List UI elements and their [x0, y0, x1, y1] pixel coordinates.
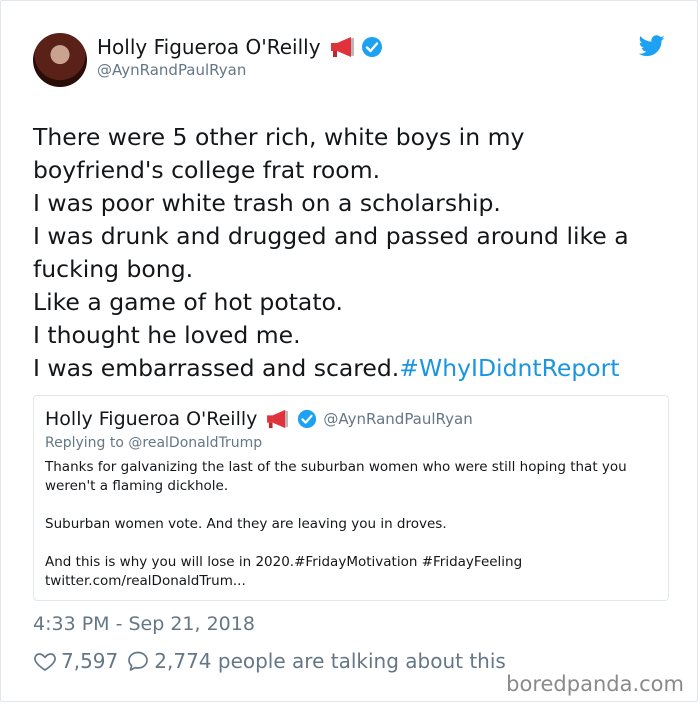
quoted-tweet[interactable]: Holly Figueroa O'Reilly @AynRandPaulRyan… — [33, 395, 669, 601]
watermark: boredpanda.com — [506, 672, 684, 696]
quoted-text-line: weren't a flaming dickhole. — [45, 478, 229, 494]
heart-icon[interactable] — [33, 649, 57, 673]
quoted-text-line: And this is why you will lose in 2020.#F… — [45, 554, 523, 570]
quoted-text-line: Suburban women vote. And they are leavin… — [45, 516, 447, 532]
tweet-text: There were 5 other rich, white boys in m… — [33, 121, 673, 385]
quoted-author-handle: @AynRandPaulRyan — [323, 410, 473, 428]
tweet-actions: 7,597 2,774 people are talking about thi… — [33, 649, 514, 673]
tweet-card: Holly Figueroa O'Reilly @AynRandPaulRyan… — [0, 0, 698, 702]
reply-bubble-icon[interactable] — [126, 649, 150, 673]
reply-count-text[interactable]: 2,774 people are talking about this — [154, 649, 506, 673]
hashtag-link[interactable]: #WhyIDidntReport — [399, 354, 619, 382]
verified-badge-icon — [298, 409, 317, 429]
replying-to: Replying to @realDonaldTrump — [45, 435, 263, 451]
author-name[interactable]: Holly Figueroa O'Reilly — [97, 35, 321, 59]
tweet-line: I thought he loved me. — [33, 321, 301, 349]
tweet-line: fucking bong. — [33, 255, 194, 283]
quoted-text-line: Thanks for galvanizing the last of the s… — [45, 459, 627, 475]
tweet-line-text: I was embarrassed and scared. — [33, 354, 400, 382]
megaphone-icon — [267, 409, 289, 429]
tweet-timestamp[interactable]: 4:33 PM - Sep 21, 2018 — [33, 613, 255, 635]
avatar[interactable] — [33, 33, 87, 87]
quoted-link: twitter.com/realDonaldTrum... — [45, 573, 246, 589]
quoted-author-name: Holly Figueroa O'Reilly — [45, 408, 258, 430]
megaphone-icon — [330, 37, 354, 57]
quoted-tweet-body: Thanks for galvanizing the last of the s… — [45, 458, 659, 591]
twitter-bird-icon[interactable] — [639, 35, 665, 57]
tweet-line: boyfriend's college frat room. — [33, 156, 381, 184]
like-count[interactable]: 7,597 — [61, 649, 118, 673]
tweet-line: I was drunk and drugged and passed aroun… — [33, 222, 629, 250]
author-name-row: Holly Figueroa O'Reilly — [97, 35, 383, 59]
tweet-line: Like a game of hot potato. — [33, 288, 343, 316]
verified-badge-icon — [361, 37, 382, 57]
author-handle[interactable]: @AynRandPaulRyan — [97, 61, 246, 79]
tweet-line: I was poor white trash on a scholarship. — [33, 189, 501, 217]
quoted-tweet-header: Holly Figueroa O'Reilly @AynRandPaulRyan — [45, 408, 473, 430]
tweet-line-last: I was embarrassed and scared.#WhyIDidntR… — [33, 352, 673, 385]
tweet-line: There were 5 other rich, white boys in m… — [33, 123, 525, 151]
